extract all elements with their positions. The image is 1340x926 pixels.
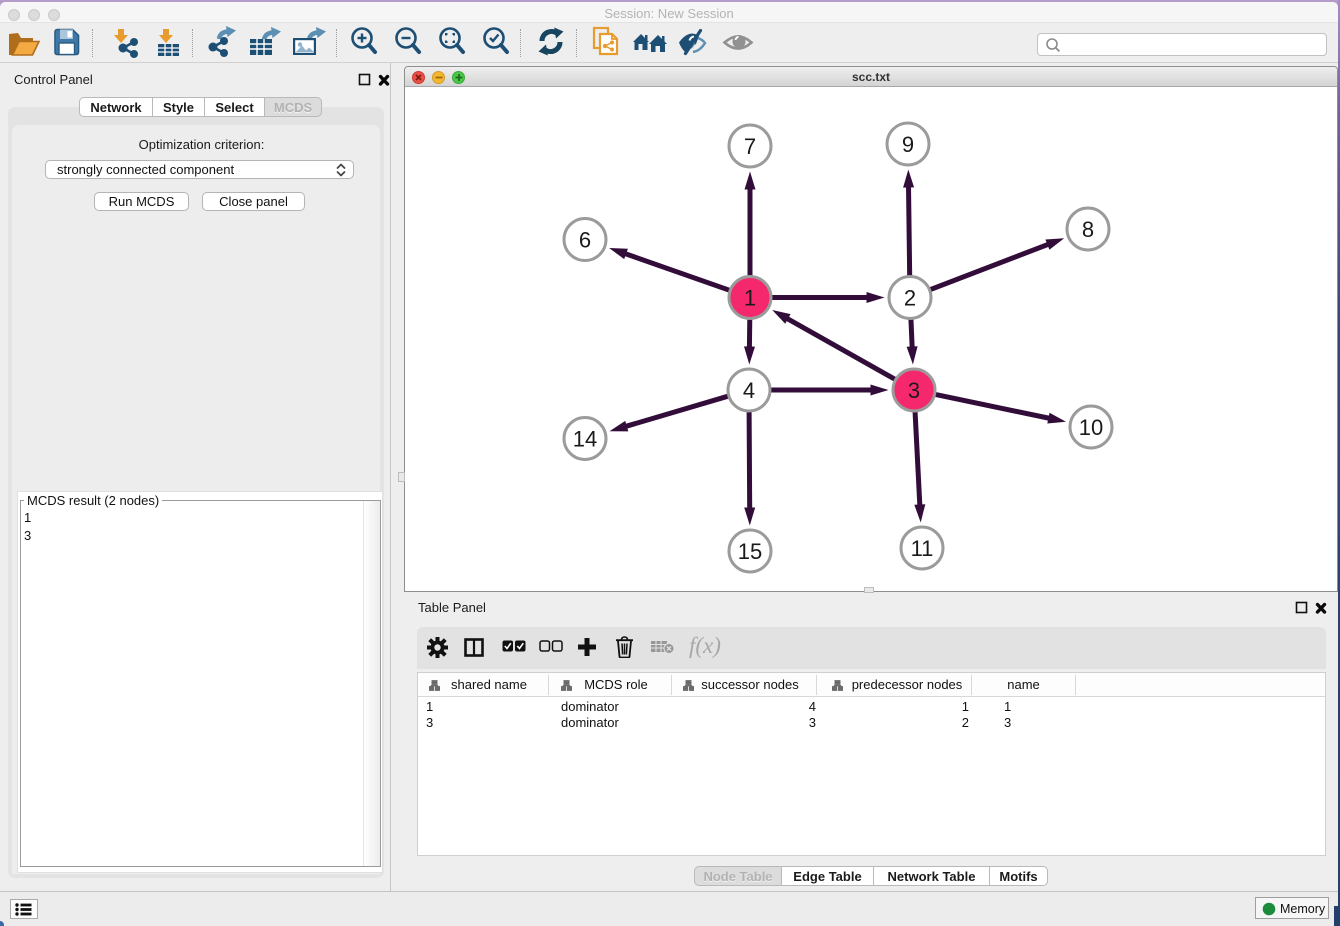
svg-text:2: 2 (904, 286, 916, 311)
svg-text:7: 7 (744, 134, 756, 159)
svg-text:10: 10 (1079, 415, 1103, 440)
svg-text:6: 6 (579, 228, 591, 253)
svg-text:15: 15 (738, 539, 762, 564)
svg-text:4: 4 (743, 378, 755, 403)
svg-text:3: 3 (908, 378, 920, 403)
svg-text:14: 14 (573, 427, 597, 452)
svg-text:1: 1 (744, 286, 756, 311)
svg-text:8: 8 (1082, 217, 1094, 242)
svg-text:11: 11 (911, 536, 934, 561)
svg-text:9: 9 (902, 132, 914, 157)
